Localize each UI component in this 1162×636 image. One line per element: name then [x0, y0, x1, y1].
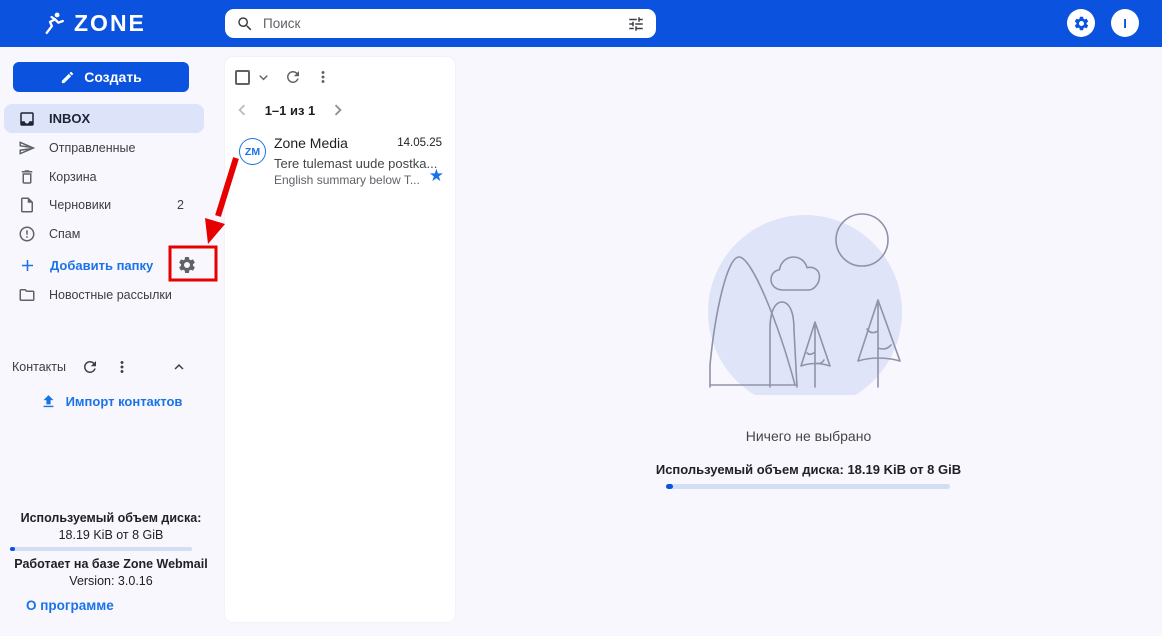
sidebar-item-label: INBOX	[49, 111, 91, 126]
plus-icon	[18, 256, 37, 275]
newsletters-label: Новостные рассылки	[49, 287, 172, 302]
contacts-title: Контакты	[12, 360, 66, 374]
tune-icon[interactable]	[627, 15, 645, 33]
sidebar-item-label: Спам	[49, 226, 81, 241]
kebab-menu-icon[interactable]	[314, 68, 332, 86]
sidebar-item-sent[interactable]: Отправленные	[0, 133, 222, 162]
folder-icon	[18, 286, 36, 304]
email-list-item[interactable]: ZM Zone Media 14.05.25 Tere tulemast uud…	[225, 128, 455, 192]
version-text: Version: 3.0.16	[69, 574, 153, 588]
sidebar-item-label: Черновики	[49, 197, 112, 212]
drafts-count-badge: 2	[177, 197, 184, 212]
settings-button[interactable]	[1067, 9, 1095, 37]
trash-icon	[18, 168, 36, 186]
refresh-icon[interactable]	[284, 68, 302, 86]
search-input[interactable]	[263, 16, 618, 31]
kebab-menu-icon[interactable]	[113, 358, 131, 376]
sidebar-item-inbox[interactable]: INBOX	[4, 104, 204, 133]
landscape-illustration	[708, 213, 902, 395]
inbox-icon	[18, 110, 36, 128]
compose-label: Создать	[84, 69, 142, 85]
email-sender: Zone Media	[274, 135, 348, 151]
import-contacts-label: Импорт контактов	[65, 393, 183, 409]
sidebar: Создать INBOX Отправленные Корзина Черно…	[0, 47, 222, 636]
sidebar-quota-label: Используемый объем диска:	[20, 511, 202, 525]
sidebar-item-spam[interactable]: Спам	[0, 219, 222, 248]
empty-state-text: Ничего не выбрано	[745, 428, 872, 444]
email-date: 14.05.25	[397, 137, 442, 149]
contacts-header: Контакты	[0, 354, 222, 380]
spam-icon	[18, 225, 36, 243]
topbar: ZONE I	[0, 0, 1162, 47]
pagination-label: 1–1 из 1	[264, 103, 316, 118]
star-icon[interactable]: ★	[429, 166, 444, 186]
refresh-icon[interactable]	[81, 358, 99, 376]
send-icon	[18, 139, 36, 157]
search-bar[interactable]	[225, 9, 656, 38]
draft-icon	[18, 196, 36, 214]
powered-by-text: Работает на базе Zone Webmail	[14, 557, 208, 571]
select-all-checkbox[interactable]	[235, 70, 250, 85]
import-contacts-button[interactable]: Импорт контактов	[0, 390, 222, 412]
email-preview: English summary below T...	[274, 173, 420, 187]
search-icon	[236, 15, 254, 33]
chevron-down-icon[interactable]	[255, 69, 272, 86]
chevron-left-icon[interactable]	[231, 99, 253, 121]
avatar[interactable]: I	[1111, 9, 1139, 37]
sidebar-quota-value: 18.19 KiB от 8 GiB	[58, 528, 164, 542]
runner-icon	[45, 12, 64, 34]
sidebar-item-label: Отправленные	[49, 140, 136, 155]
email-subject: Tere tulemast uude postka...	[274, 156, 438, 171]
sender-avatar[interactable]: ZM	[239, 138, 266, 165]
message-list-panel: 1–1 из 1 ZM Zone Media 14.05.25 Tere tul…	[225, 57, 455, 622]
sidebar-item-label: Корзина	[49, 169, 97, 184]
sidebar-quota-progress-fill	[10, 547, 15, 551]
sidebar-item-newsletters[interactable]: Новостные рассылки	[0, 280, 222, 309]
add-folder-label: Добавить папку	[50, 258, 154, 273]
sidebar-item-drafts[interactable]: Черновики 2	[0, 190, 222, 219]
folder-settings-gear-icon[interactable]	[177, 255, 197, 275]
main-quota-text: Используемый объем диска: 18.19 KiB от 8…	[655, 462, 962, 477]
sidebar-item-trash[interactable]: Корзина	[0, 162, 222, 191]
main-quota-progress	[666, 484, 950, 489]
main-quota-progress-fill	[666, 484, 673, 489]
gear-icon	[1073, 15, 1090, 32]
compose-button[interactable]: Создать	[13, 62, 189, 92]
chevron-right-icon[interactable]	[327, 99, 349, 121]
chevron-up-icon[interactable]	[170, 358, 188, 376]
brand-text: ZONE	[74, 10, 146, 36]
upload-icon	[40, 393, 57, 410]
zone-logo: ZONE	[42, 9, 146, 37]
pencil-icon	[60, 70, 75, 85]
sidebar-quota-progress	[10, 547, 192, 551]
about-link[interactable]: О программе	[26, 598, 114, 613]
